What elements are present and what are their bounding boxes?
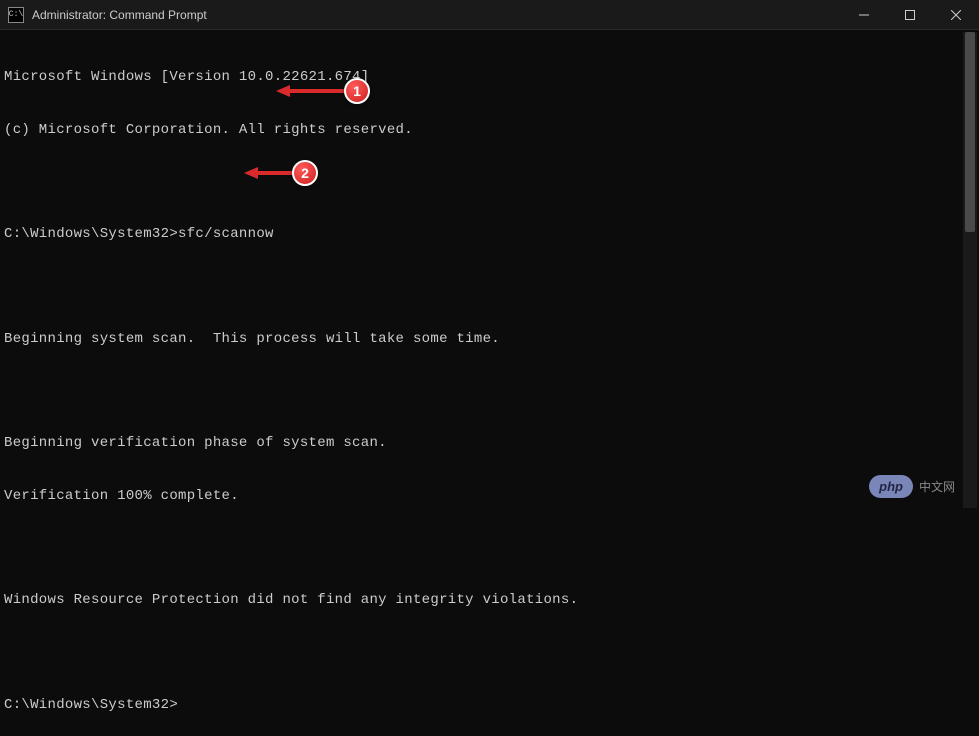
terminal-line: C:\Windows\System32> (4, 697, 975, 715)
terminal-line: Microsoft Windows [Version 10.0.22621.67… (4, 69, 975, 87)
close-button[interactable] (933, 0, 979, 30)
terminal-line (4, 645, 975, 662)
scrollbar[interactable] (963, 32, 977, 508)
terminal-output[interactable]: Microsoft Windows [Version 10.0.22621.67… (0, 30, 979, 736)
scrollbar-thumb[interactable] (965, 32, 975, 232)
watermark: php 中文网 (869, 475, 955, 498)
cmd-icon: C:\ (8, 7, 24, 23)
terminal-line: Beginning verification phase of system s… (4, 435, 975, 453)
titlebar-left: C:\ Administrator: Command Prompt (8, 7, 207, 23)
terminal-line (4, 383, 975, 400)
terminal-line: Windows Resource Protection did not find… (4, 592, 975, 610)
terminal-line: Verification 100% complete. (4, 488, 975, 506)
minimize-button[interactable] (841, 0, 887, 30)
terminal-line: (c) Microsoft Corporation. All rights re… (4, 122, 975, 140)
terminal-line: Beginning system scan. This process will… (4, 331, 975, 349)
terminal-line: C:\Windows\System32>sfc/scannow (4, 226, 975, 244)
php-logo-icon: php (869, 475, 913, 498)
terminal-line (4, 174, 975, 191)
maximize-button[interactable] (887, 0, 933, 30)
titlebar: C:\ Administrator: Command Prompt (0, 0, 979, 30)
watermark-text: 中文网 (919, 478, 955, 495)
window-controls (841, 0, 979, 29)
window-title: Administrator: Command Prompt (32, 8, 207, 22)
terminal-line (4, 279, 975, 296)
terminal-line (4, 540, 975, 557)
